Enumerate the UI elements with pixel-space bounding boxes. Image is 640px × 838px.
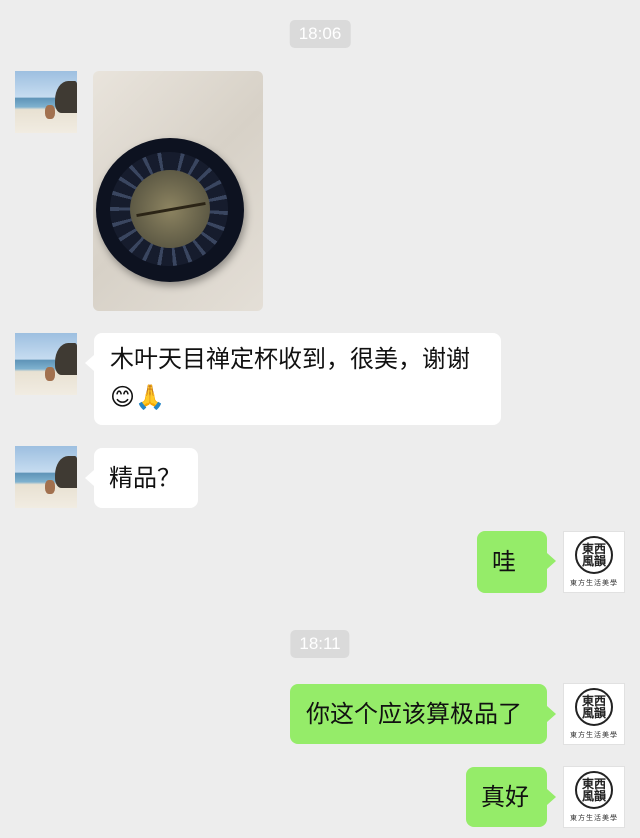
tea-cup-image	[96, 138, 244, 282]
avatar-caption: 東方生活美學	[570, 731, 618, 739]
avatar-beach-image	[15, 71, 77, 133]
message-text: 真好	[481, 783, 529, 811]
message-text: 木叶天目禅定杯收到，很美，谢谢	[110, 345, 470, 373]
my-avatar[interactable]: 東西 風韻 東方生活美學	[563, 766, 625, 828]
message-text: 哇	[492, 548, 516, 576]
incoming-message-bubble[interactable]: 精品？	[85, 448, 198, 508]
outgoing-message-bubble[interactable]: 你这个应该算极品了	[290, 684, 556, 744]
outgoing-message-bubble[interactable]: 哇	[477, 531, 556, 593]
my-avatar[interactable]: 東西 風韻 東方生活美學	[563, 683, 625, 745]
timestamp: 18:06	[289, 20, 351, 48]
contact-avatar[interactable]	[15, 446, 77, 508]
image-message-cup-photo[interactable]	[93, 71, 263, 311]
timestamp: 18:11	[290, 630, 350, 658]
avatar-beach-image	[15, 333, 77, 395]
avatar-caption: 東方生活美學	[570, 579, 618, 587]
incoming-message-bubble[interactable]: 木叶天目禅定杯收到，很美，谢谢 😊🙏	[85, 333, 501, 425]
message-text: 精品？	[109, 464, 181, 492]
contact-avatar[interactable]	[15, 333, 77, 395]
my-avatar[interactable]: 東西 風韻 東方生活美學	[563, 531, 625, 593]
message-text: 你这个应该算极品了	[306, 700, 522, 728]
avatar-beach-image	[15, 446, 77, 508]
brand-logo-icon: 東西 風韻	[575, 536, 613, 574]
outgoing-message-bubble[interactable]: 真好	[466, 767, 556, 827]
brand-logo-icon: 東西 風韻	[575, 688, 613, 726]
avatar-caption: 東方生活美學	[570, 814, 618, 822]
contact-avatar[interactable]	[15, 71, 77, 133]
brand-logo-icon: 東西 風韻	[575, 771, 613, 809]
smile-pray-emoji: 😊🙏	[110, 383, 165, 411]
